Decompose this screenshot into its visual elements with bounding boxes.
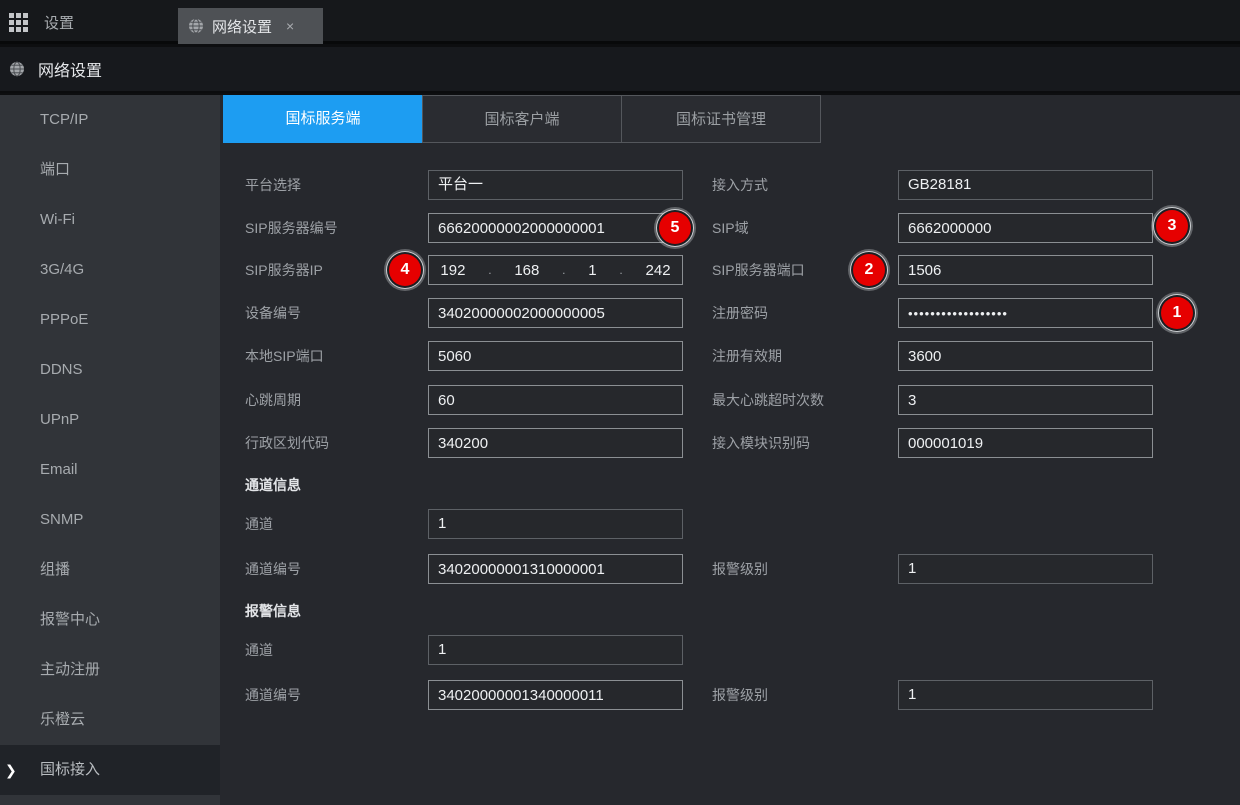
sip-domain-input[interactable] (898, 213, 1153, 243)
sidebar-item-snmp[interactable]: SNMP (0, 495, 220, 545)
globe-icon (9, 61, 25, 77)
max-heartbeat-label: 最大心跳超时次数 (712, 385, 824, 415)
alarm-level-select-value: 1 (908, 560, 916, 577)
tab-network-settings[interactable]: 网络设置 × (178, 8, 323, 44)
sidebar-network-menu: TCP/IP 端口 Wi-Fi 3G/4G PPPoE DDNS UPnP Em… (0, 95, 220, 805)
channel-select[interactable]: 1 (428, 509, 683, 539)
alarm-channel-select-value: 1 (438, 641, 446, 658)
alarm-level2-label: 报警级别 (712, 680, 768, 710)
page-title: 网络设置 (38, 57, 102, 81)
callout-badge-5: 5 (659, 212, 691, 244)
register-valid-input[interactable] (898, 341, 1153, 371)
register-valid-label: 注册有效期 (712, 341, 782, 371)
tab-gb-server[interactable]: 国标服务端 (223, 95, 423, 143)
sidebar-item-auto-register[interactable]: 主动注册 (0, 645, 220, 695)
alarm-channel-select[interactable]: 1 (428, 635, 683, 665)
heartbeat-input[interactable] (428, 385, 683, 415)
sidebar-item-multicast[interactable]: 组播 (0, 545, 220, 595)
sidebar-item-ddns[interactable]: DDNS (0, 345, 220, 395)
access-mode-select[interactable]: GB28181 (898, 170, 1153, 200)
local-sip-port-input[interactable] (428, 341, 683, 371)
platform-label: 平台选择 (245, 170, 301, 200)
tab-close-icon[interactable]: × (286, 18, 294, 34)
sidebar-item-3g4g[interactable]: 3G/4G (0, 245, 220, 295)
max-heartbeat-input[interactable] (898, 385, 1153, 415)
channel-label: 通道 (245, 509, 273, 539)
sidebar-item-tcpip[interactable]: TCP/IP (0, 95, 220, 145)
sip-server-ip-label: SIP服务器IP (245, 255, 323, 285)
channel-select-value: 1 (438, 515, 446, 532)
sidebar-item-lechange[interactable]: 乐橙云 (0, 695, 220, 745)
sidebar-item-email[interactable]: Email (0, 445, 220, 495)
sidebar-item-port[interactable]: 端口 (0, 145, 220, 195)
sidebar-item-pppoe[interactable]: PPPoE (0, 295, 220, 345)
alarm-info-section-title: 报警信息 (245, 601, 301, 621)
sip-server-id-label: SIP服务器编号 (245, 213, 338, 243)
alarm-level-label: 报警级别 (712, 554, 768, 584)
sip-server-id-input[interactable] (428, 213, 683, 243)
ip-octet-1[interactable]: 192 (440, 262, 465, 279)
sip-server-ip-input[interactable]: 192 . 168 . 1 . 242 (428, 255, 683, 285)
platform-select-value: 平台一 (438, 176, 483, 193)
sidebar-item-alarm-center[interactable]: 报警中心 (0, 595, 220, 645)
heartbeat-label: 心跳周期 (245, 385, 301, 415)
callout-badge-2: 2 (853, 254, 885, 286)
tab-gb-client[interactable]: 国标客户端 (422, 95, 622, 143)
device-id-label: 设备编号 (245, 298, 301, 328)
sip-domain-label: SIP域 (712, 213, 749, 243)
alarm-level2-select[interactable]: 1 (898, 680, 1153, 710)
tab-gb-cert[interactable]: 国标证书管理 (621, 95, 821, 143)
chevron-right-icon: ❯ (5, 745, 17, 795)
sip-server-port-input[interactable] (898, 255, 1153, 285)
platform-select[interactable]: 平台一 (428, 170, 683, 200)
ip-dot: . (488, 263, 491, 277)
apps-grid-icon (9, 13, 28, 32)
tab-network-settings-label: 网络设置 (212, 16, 272, 37)
channel-id-input[interactable] (428, 554, 683, 584)
alarm-level-select[interactable]: 1 (898, 554, 1153, 584)
ip-dot: . (619, 263, 622, 277)
ip-octet-3[interactable]: 1 (588, 262, 596, 279)
access-mode-label: 接入方式 (712, 170, 768, 200)
home-tab-label: 设置 (44, 12, 74, 33)
access-mode-select-value: GB28181 (908, 176, 971, 193)
admin-area-code-label: 行政区划代码 (245, 428, 329, 458)
globe-icon (188, 18, 204, 34)
local-sip-port-label: 本地SIP端口 (245, 341, 324, 371)
admin-area-code-input[interactable] (428, 428, 683, 458)
ip-octet-2[interactable]: 168 (514, 262, 539, 279)
home-tab-settings[interactable]: 设置 (0, 0, 176, 44)
ip-dot: . (562, 263, 565, 277)
module-id-label: 接入模块识别码 (712, 428, 810, 458)
sidebar-item-gb28181-label: 国标接入 (40, 761, 100, 778)
alarm-channel-id-label: 通道编号 (245, 680, 301, 710)
page-header: 网络设置 (0, 47, 1240, 93)
top-tab-bar: 设置 网络设置 × (0, 0, 1240, 44)
sidebar-item-gb28181[interactable]: ❯ 国标接入 (0, 745, 220, 795)
channel-info-section-title: 通道信息 (245, 475, 301, 495)
device-id-input[interactable] (428, 298, 683, 328)
callout-badge-1: 1 (1161, 297, 1193, 329)
alarm-channel-id-input[interactable] (428, 680, 683, 710)
sip-server-port-label: SIP服务器端口 (712, 255, 805, 285)
callout-badge-4: 4 (389, 254, 421, 286)
module-id-input[interactable] (898, 428, 1153, 458)
register-password-label: 注册密码 (712, 298, 768, 328)
register-password-input[interactable] (898, 298, 1153, 328)
sidebar-item-wifi[interactable]: Wi-Fi (0, 195, 220, 245)
gb28181-tab-bar: 国标服务端 国标客户端 国标证书管理 (223, 95, 821, 143)
alarm-level2-select-value: 1 (908, 686, 916, 703)
sidebar-item-upnp[interactable]: UPnP (0, 395, 220, 445)
ip-octet-4[interactable]: 242 (646, 262, 671, 279)
alarm-channel-label: 通道 (245, 635, 273, 665)
channel-id-label: 通道编号 (245, 554, 301, 584)
callout-badge-3: 3 (1156, 210, 1188, 242)
gb28181-settings-panel: 国标服务端 国标客户端 国标证书管理 平台选择 平台一 接入方式 GB28181… (220, 95, 1240, 805)
